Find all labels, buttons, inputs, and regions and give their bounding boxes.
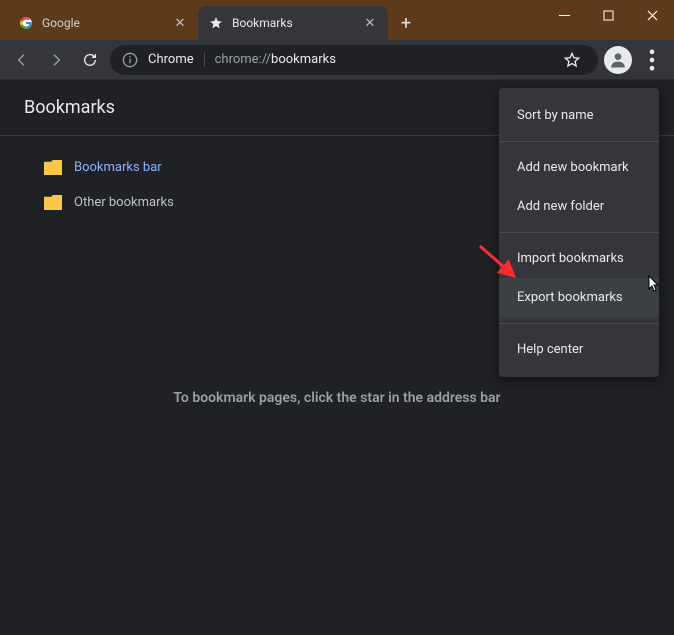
menu-separator bbox=[499, 232, 659, 233]
empty-hint: To bookmark pages, click the star in the… bbox=[0, 390, 674, 406]
tab-google[interactable]: Google ✕ bbox=[8, 6, 198, 40]
tab-title: Google bbox=[42, 16, 164, 30]
tab-strip: Google ✕ Bookmarks ✕ + bbox=[0, 0, 424, 40]
profile-button[interactable] bbox=[604, 46, 632, 74]
tab-bookmarks[interactable]: Bookmarks ✕ bbox=[198, 6, 388, 40]
folder-icon bbox=[44, 195, 62, 210]
folder-icon bbox=[44, 160, 62, 175]
tab-title: Bookmarks bbox=[232, 16, 354, 30]
menu-separator bbox=[499, 323, 659, 324]
url-text: chrome://bookmarks bbox=[215, 52, 336, 67]
folder-label: Other bookmarks bbox=[74, 195, 174, 210]
google-favicon bbox=[18, 15, 34, 31]
minimize-button[interactable] bbox=[542, 0, 586, 30]
maximize-button[interactable] bbox=[586, 0, 630, 30]
url-scheme-label: Chrome bbox=[148, 52, 205, 67]
window-controls bbox=[542, 0, 674, 40]
menu-sort-by-name[interactable]: Sort by name bbox=[499, 96, 659, 135]
menu-add-bookmark[interactable]: Add new bookmark bbox=[499, 148, 659, 187]
menu-add-folder[interactable]: Add new folder bbox=[499, 187, 659, 226]
toolbar: Chrome chrome://bookmarks bbox=[0, 40, 674, 80]
bookmarks-overflow-menu: Sort by name Add new bookmark Add new fo… bbox=[499, 88, 659, 377]
titlebar: Google ✕ Bookmarks ✕ + bbox=[0, 0, 674, 40]
reload-button[interactable] bbox=[76, 46, 104, 74]
forward-button[interactable] bbox=[42, 46, 70, 74]
back-button[interactable] bbox=[8, 46, 36, 74]
chrome-menu-button[interactable] bbox=[638, 46, 666, 74]
menu-separator bbox=[499, 141, 659, 142]
close-icon[interactable]: ✕ bbox=[172, 15, 188, 31]
address-bar[interactable]: Chrome chrome://bookmarks bbox=[110, 45, 598, 75]
star-icon bbox=[208, 15, 224, 31]
page-title: Bookmarks bbox=[24, 97, 115, 118]
menu-export-bookmarks[interactable]: Export bookmarks bbox=[499, 278, 659, 317]
bookmark-star-button[interactable] bbox=[558, 46, 586, 74]
menu-help-center[interactable]: Help center bbox=[499, 330, 659, 369]
close-icon[interactable]: ✕ bbox=[362, 15, 378, 31]
new-tab-button[interactable]: + bbox=[392, 9, 420, 37]
folder-label: Bookmarks bar bbox=[74, 160, 162, 175]
close-window-button[interactable] bbox=[630, 0, 674, 30]
site-info-icon[interactable] bbox=[122, 52, 138, 68]
menu-import-bookmarks[interactable]: Import bookmarks bbox=[499, 239, 659, 278]
